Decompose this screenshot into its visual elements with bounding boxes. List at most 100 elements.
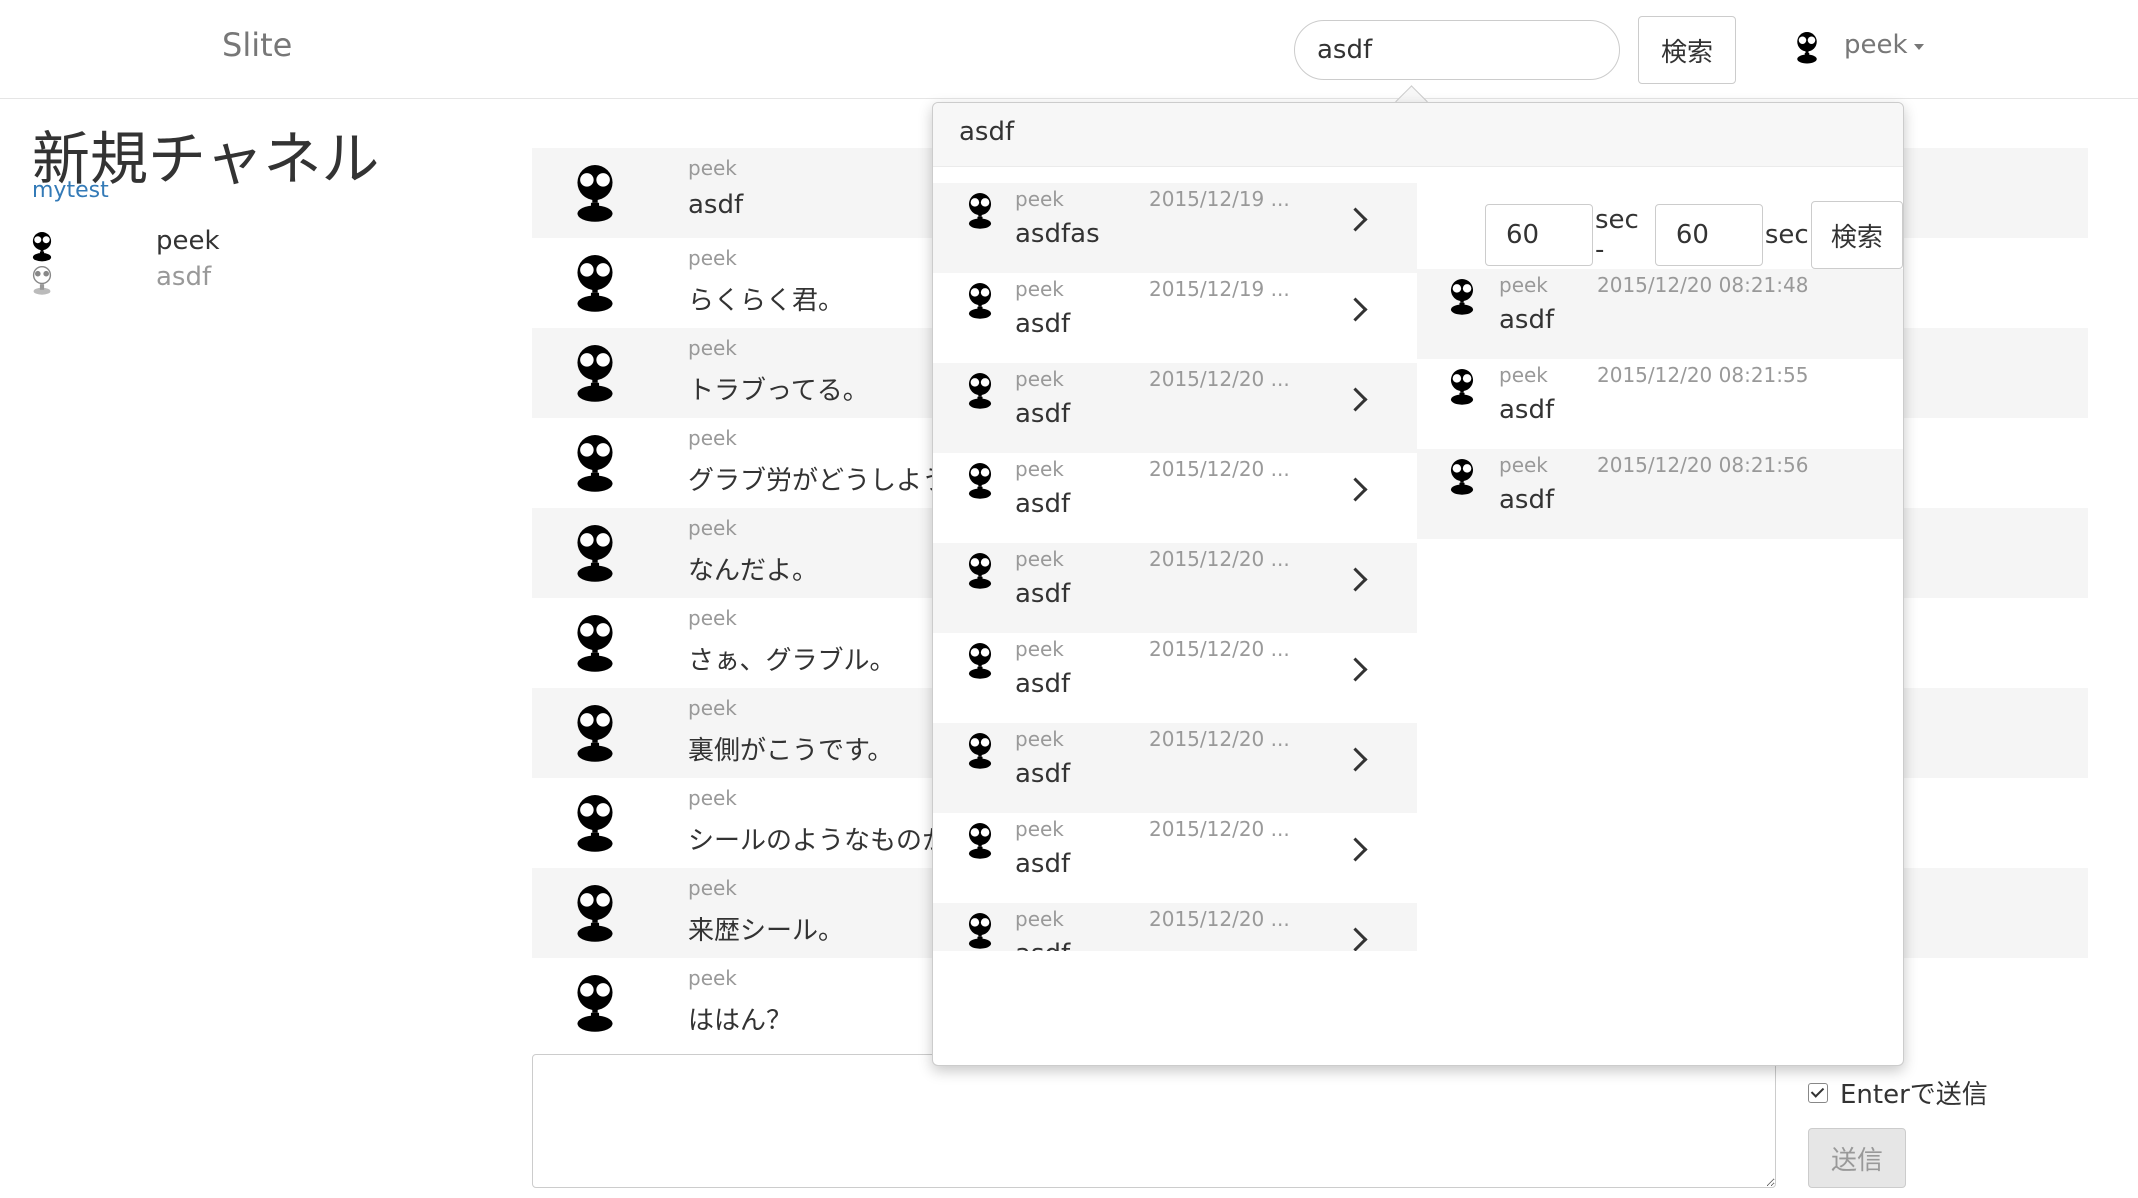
message-author: peek [688, 786, 737, 810]
user-avatar-icon [568, 612, 622, 672]
user-avatar-icon [963, 731, 997, 769]
message-author: peek [688, 876, 737, 900]
message-text: シールのようなものか [688, 826, 949, 856]
context-date: 2015/12/20 08:21:48 [1597, 273, 1809, 297]
context-message-item: peek 2015/12/20 08:21:55 asdf [1417, 359, 1903, 449]
message-text: グラブ労がどうしよう [688, 466, 949, 496]
chevron-right-icon[interactable] [1343, 297, 1368, 322]
member-item[interactable]: asdf [28, 262, 211, 296]
user-avatar-icon [963, 461, 997, 499]
chevron-right-icon[interactable] [1343, 207, 1368, 232]
message-author: peek [688, 696, 737, 720]
context-search-button[interactable]: 検索 [1810, 201, 1903, 269]
context-text: asdf [1499, 485, 1555, 515]
message-text: ははん？ [688, 1006, 793, 1036]
result-author: peek [1015, 727, 1064, 751]
result-author: peek [1015, 817, 1064, 841]
user-avatar-icon [568, 162, 622, 222]
user-menu[interactable]: peek [1844, 30, 1924, 60]
search-input[interactable] [1294, 20, 1620, 80]
message-text: さぁ、グラブル。 [688, 646, 896, 676]
enter-to-send-label: Enterで送信 [1840, 1080, 1988, 1110]
result-date: 2015/12/19 ... [1149, 277, 1290, 301]
context-message-list: peek 2015/12/20 08:21:48 asdf peek 2015/… [1417, 269, 1903, 539]
popover-title: asdf [933, 103, 1903, 167]
result-text: asdfas [1015, 219, 1100, 249]
user-avatar-icon [963, 371, 997, 409]
search-result-item[interactable]: peek 2015/12/20 ... asdf [933, 813, 1417, 903]
search-result-item[interactable]: peek 2015/12/20 ... asdf [933, 633, 1417, 723]
brand-logo[interactable]: Slite [222, 26, 292, 64]
user-avatar-icon [568, 972, 622, 1032]
result-date: 2015/12/20 ... [1149, 457, 1290, 481]
chevron-right-icon[interactable] [1343, 657, 1368, 682]
result-text: asdf [1015, 489, 1071, 519]
message-author: peek [688, 966, 737, 990]
user-avatar-icon [568, 702, 622, 762]
result-date: 2015/12/20 ... [1149, 547, 1290, 571]
search-result-item[interactable]: peek 2015/12/19 ... asdf [933, 273, 1417, 363]
context-author: peek [1499, 453, 1548, 477]
search-results-popover: asdf peek 2015/12/19 ... asdfas peek 201… [932, 102, 1904, 1066]
search-result-item[interactable]: peek 2015/12/19 ... asdfas [933, 183, 1417, 273]
search-button[interactable]: 検索 [1638, 16, 1736, 84]
search-result-item[interactable]: peek 2015/12/20 ... asdf [933, 453, 1417, 543]
chevron-right-icon[interactable] [1343, 927, 1368, 951]
message-author: peek [688, 156, 737, 180]
chevron-right-icon[interactable] [1343, 477, 1368, 502]
message-text: なんだよ。 [688, 556, 819, 586]
user-avatar-icon [1792, 30, 1822, 64]
message-composer[interactable] [532, 1054, 1776, 1188]
message-author: peek [688, 336, 737, 360]
search-result-item[interactable]: peek 2015/12/20 ... asdf [933, 363, 1417, 453]
result-author: peek [1015, 457, 1064, 481]
result-text: asdf [1015, 579, 1071, 609]
user-avatar-icon [963, 911, 997, 949]
search-result-item[interactable]: peek 2015/12/20 ... asdf [933, 543, 1417, 633]
seconds-before-input[interactable] [1485, 204, 1593, 266]
user-avatar-icon [568, 882, 622, 942]
chevron-right-icon[interactable] [1343, 387, 1368, 412]
message-text: らくらく君。 [688, 286, 845, 316]
enter-to-send-toggle[interactable]: Enterで送信 [1808, 1074, 1988, 1111]
chevron-right-icon[interactable] [1343, 567, 1368, 592]
result-author: peek [1015, 547, 1064, 571]
context-message-item: peek 2015/12/20 08:21:56 asdf [1417, 449, 1903, 539]
result-author: peek [1015, 187, 1064, 211]
user-avatar-icon [963, 821, 997, 859]
result-date: 2015/12/19 ... [1149, 187, 1290, 211]
message-author: peek [688, 606, 737, 630]
chevron-right-icon[interactable] [1343, 837, 1368, 862]
user-avatar-icon [963, 551, 997, 589]
user-avatar-icon [568, 522, 622, 582]
context-text: asdf [1499, 305, 1555, 335]
user-avatar-icon [568, 432, 622, 492]
result-text: asdf [1015, 939, 1070, 951]
member-name: asdf [156, 262, 212, 292]
result-date: 2015/12/20 ... [1149, 367, 1290, 391]
message-text: トラブってる。 [688, 376, 869, 406]
caret-down-icon [1913, 44, 1924, 50]
seconds-after-input[interactable] [1654, 204, 1763, 266]
search-result-item[interactable]: peek 2015/12/20 ... asdf [933, 723, 1417, 813]
user-avatar-icon [963, 281, 997, 319]
message-author: peek [688, 426, 737, 450]
search-result-item[interactable]: peek 2015/12/20 ... asdf [933, 903, 1417, 951]
result-text: asdf [1015, 759, 1071, 789]
message-text: 来歴シール。 [688, 916, 845, 946]
enter-to-send-checkbox[interactable] [1808, 1082, 1828, 1103]
seconds-after-label: sec [1764, 220, 1809, 250]
navbar: Slite 検索 peek [0, 0, 2138, 99]
result-date: 2015/12/20 ... [1149, 727, 1290, 751]
message-text: 裏側がこうです。 [688, 736, 894, 766]
result-text: asdf [1015, 849, 1071, 879]
user-menu-name: peek [1844, 30, 1908, 60]
chevron-right-icon[interactable] [1343, 747, 1368, 772]
result-text: asdf [1015, 399, 1071, 429]
send-button[interactable]: 送信 [1808, 1128, 1906, 1188]
member-item[interactable]: peek [28, 226, 220, 262]
channel-subtitle-link[interactable]: mytest [32, 178, 109, 203]
result-text: asdf [1015, 669, 1071, 699]
result-date: 2015/12/20 ... [1149, 817, 1290, 841]
context-message-item: peek 2015/12/20 08:21:48 asdf [1417, 269, 1903, 359]
